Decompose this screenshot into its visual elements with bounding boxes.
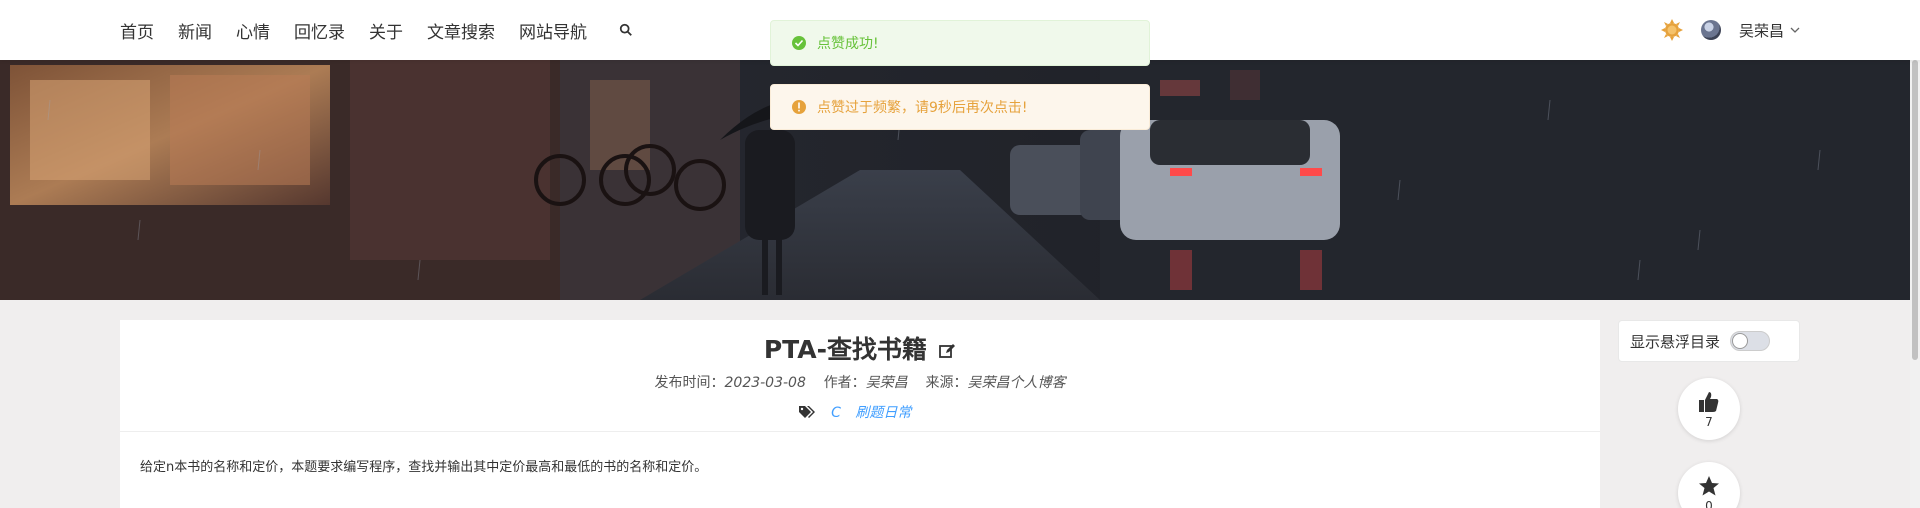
favorite-button[interactable]: 0 (1678, 462, 1740, 508)
sun-icon[interactable] (1660, 19, 1683, 41)
tag-daily-practice[interactable]: 刷题日常 (855, 405, 911, 421)
toc-switch[interactable] (1730, 331, 1771, 351)
user-name: 吴荣昌 (1738, 21, 1784, 40)
search-icon[interactable] (619, 23, 633, 37)
article-meta: 发布时间：2023-03-08 作者：吴荣昌 来源：吴荣昌个人博客 (120, 372, 1600, 392)
nav-home[interactable]: 首页 (120, 18, 154, 43)
tag-c[interactable]: C (831, 405, 841, 421)
article-card: PTA-查找书籍 发布时间：2023-03-08 作者：吴荣昌 来源：吴荣昌个人… (120, 320, 1600, 508)
tags-icon (798, 406, 815, 418)
nav-memoir[interactable]: 回忆录 (294, 18, 345, 43)
check-circle-icon (792, 36, 806, 50)
like-count: 7 (1705, 415, 1713, 429)
article-tags: C 刷题日常 (120, 402, 1600, 422)
divider (120, 431, 1600, 432)
like-button[interactable]: 7 (1678, 378, 1740, 440)
source-name: 吴荣昌个人博客 (967, 375, 1066, 391)
publish-time-label: 发布时间： (654, 375, 725, 391)
publish-time: 2023-03-08 (724, 375, 806, 391)
source-label: 来源： (925, 375, 968, 391)
toast-like-warning: 点赞过于频繁，请9秒后再次点击! (770, 84, 1150, 130)
toast-like-success: 点赞成功! (770, 20, 1150, 66)
nav-about[interactable]: 关于 (369, 18, 403, 43)
page-scrollbar[interactable] (1910, 60, 1920, 508)
article-content: 给定n本书的名称和定价，本题要求编写程序，查找并输出其中定价最高和最低的书的名称… (140, 460, 708, 475)
nav-article-search[interactable]: 文章搜索 (427, 18, 495, 43)
page-title: PTA-查找书籍 (763, 335, 928, 364)
user-tools: 吴荣昌 (1660, 0, 1800, 60)
favorite-count: 0 (1705, 499, 1713, 508)
user-menu[interactable]: 吴荣昌 (1739, 20, 1800, 41)
star-icon (1699, 476, 1719, 496)
nav-news[interactable]: 新闻 (178, 18, 212, 43)
thumbs-up-icon (1699, 392, 1719, 412)
nav-mood[interactable]: 心情 (236, 18, 270, 43)
article-title-row: PTA-查找书籍 (120, 330, 1600, 366)
author-label: 作者： (823, 375, 866, 391)
chevron-down-icon (1790, 27, 1800, 33)
toc-label: 显示悬浮目录 (1630, 332, 1721, 351)
edit-icon[interactable] (938, 342, 956, 360)
warning-circle-icon (792, 100, 806, 114)
floating-toc-toggle: 显示悬浮目录 (1618, 320, 1800, 362)
toast-warning-text: 点赞过于频繁，请9秒后再次点击! (817, 100, 1028, 116)
avatar[interactable] (1700, 20, 1721, 40)
toast-success-text: 点赞成功! (817, 36, 879, 52)
main-nav: 首页 新闻 心情 回忆录 关于 文章搜索 网站导航 (120, 0, 633, 60)
scrollbar-thumb[interactable] (1912, 60, 1918, 360)
nav-site-navigation[interactable]: 网站导航 (519, 18, 587, 43)
author-name: 吴荣昌 (865, 375, 908, 391)
